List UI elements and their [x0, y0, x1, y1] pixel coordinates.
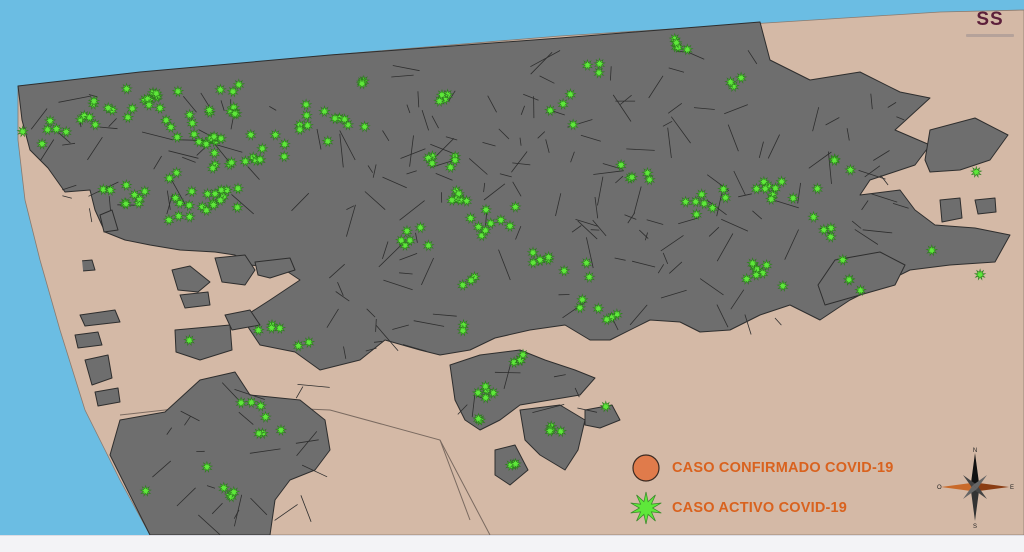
agency-logo: SS [960, 10, 1020, 42]
logo-text: SS [960, 10, 1020, 30]
legend-label-active: CASO ACTIVO COVID-19 [672, 500, 847, 516]
block-west-10 [75, 332, 102, 348]
legend-label-confirmed: CASO CONFIRMADO COVID-19 [672, 460, 894, 476]
logo-subtitle-mark [966, 34, 1014, 37]
compass-west-label: O [937, 485, 942, 491]
compass-east-label: E [1010, 485, 1014, 491]
block-west-6 [180, 292, 210, 308]
compass-south-label: S [973, 524, 977, 529]
block-east-3 [940, 198, 962, 222]
compass-rose: N S O E [935, 445, 1015, 529]
block-east-4 [975, 198, 996, 214]
bottom-bar [0, 535, 1024, 552]
active-case-icon [628, 490, 664, 526]
compass-north-label: N [973, 448, 977, 454]
confirmed-case-icon [628, 450, 664, 486]
legend-item-active: CASO ACTIVO COVID-19 [628, 490, 847, 526]
legend-item-confirmed: CASO CONFIRMADO COVID-19 [628, 450, 894, 486]
